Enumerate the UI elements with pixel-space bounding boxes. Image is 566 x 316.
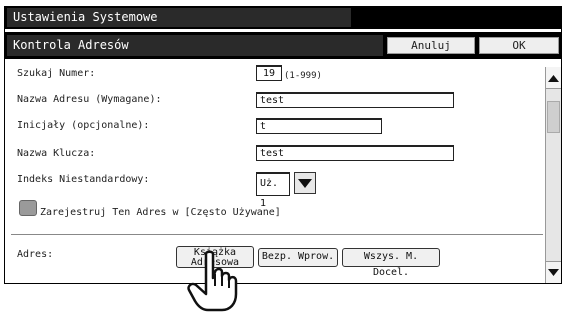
system-settings-title: Ustawienia Systemowe xyxy=(7,8,351,27)
register-frequent-label: Zarejestruj Ten Adres w [Często Używane] xyxy=(40,207,281,218)
direct-entry-button[interactable]: Bezp. Wprow. xyxy=(258,248,338,267)
search-number-range-hint: (1-999) xyxy=(284,71,322,81)
initials-label: Inicjały (opcjonalne): xyxy=(17,120,150,131)
triangle-up-icon xyxy=(548,75,559,82)
address-name-field[interactable]: test xyxy=(256,92,454,108)
scrollbar[interactable] xyxy=(545,67,561,283)
custom-index-dropdown-button[interactable] xyxy=(294,172,316,194)
chevron-down-icon xyxy=(298,179,312,188)
all-destinations-button[interactable]: Wszys. M. Docel. xyxy=(342,248,440,278)
custom-index-select[interactable]: Uż. 1 xyxy=(256,172,290,209)
scroll-up-button[interactable] xyxy=(546,67,561,89)
initials-field[interactable]: t xyxy=(256,118,382,134)
address-control-title: Kontrola Adresów xyxy=(7,35,383,56)
address-name-label: Nazwa Adresu (Wymagane): xyxy=(17,94,162,105)
search-number-field[interactable]: 19 xyxy=(256,65,282,81)
scrollbar-thumb[interactable] xyxy=(547,101,560,133)
cancel-button[interactable]: Anuluj xyxy=(387,37,475,54)
register-frequent-checkbox[interactable] xyxy=(19,200,37,216)
address-control-window: Ustawienia Systemowe Kontrola Adresów An… xyxy=(4,6,562,284)
triangle-down-icon xyxy=(548,269,559,276)
scroll-down-button[interactable] xyxy=(546,261,561,283)
system-settings-header: Ustawienia Systemowe xyxy=(5,7,561,29)
ok-button[interactable]: OK xyxy=(479,37,559,54)
pointing-hand-icon xyxy=(187,250,238,312)
section-divider xyxy=(11,234,543,235)
address-control-header: Kontrola Adresów Anuluj OK xyxy=(5,32,561,59)
key-name-label: Nazwa Klucza: xyxy=(17,148,96,159)
address-label: Adres: xyxy=(17,249,54,260)
key-name-field[interactable]: test xyxy=(256,145,454,161)
custom-index-label: Indeks Niestandardowy: xyxy=(17,174,150,185)
search-number-label: Szukaj Numer: xyxy=(17,68,96,79)
